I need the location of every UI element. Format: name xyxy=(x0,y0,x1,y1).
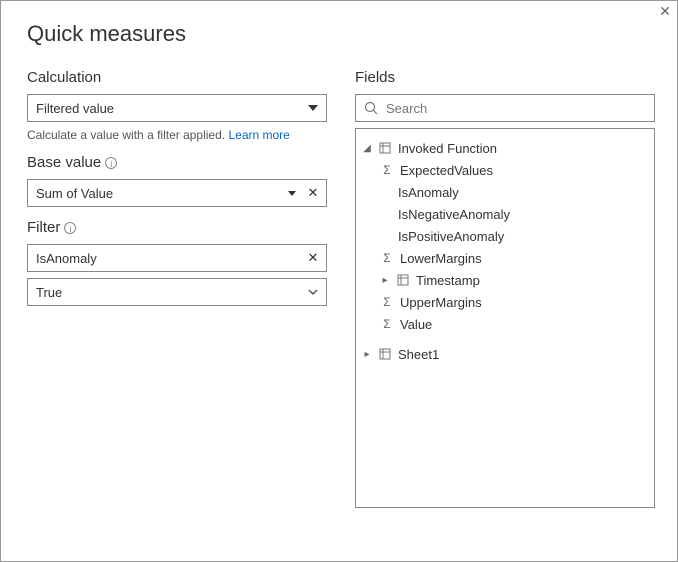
close-icon[interactable]: ✕ xyxy=(657,3,673,19)
tree-label: IsNegativeAnomaly xyxy=(398,207,648,222)
expand-icon[interactable]: ▸ xyxy=(362,349,372,360)
filter-stack: IsAnomaly ✕ True xyxy=(27,244,327,306)
tree-label: Timestamp xyxy=(416,273,648,288)
clear-icon[interactable]: ✕ xyxy=(306,186,320,200)
filter-field-row[interactable]: IsAnomaly ✕ xyxy=(27,244,327,272)
clear-icon[interactable]: ✕ xyxy=(306,251,320,265)
filter-header: Filter i xyxy=(27,219,327,236)
base-value-field[interactable]: Sum of Value ✕ xyxy=(27,179,327,207)
left-column: Calculation Filtered value Calculate a v… xyxy=(27,57,327,508)
base-value-header-label: Base value xyxy=(27,154,101,171)
filter-field-text: IsAnomaly xyxy=(36,251,306,266)
right-column: Fields ◢ Invoked Function Σ xyxy=(355,57,655,508)
tree-field-row[interactable]: Σ UpperMargins xyxy=(362,291,648,313)
filter-value-row[interactable]: True xyxy=(27,278,327,306)
content-columns: Calculation Filtered value Calculate a v… xyxy=(1,57,677,530)
filter-header-label: Filter xyxy=(27,219,60,236)
tree-label: ExpectedValues xyxy=(400,163,648,178)
chevron-down-icon[interactable] xyxy=(306,285,320,299)
tree-label: UpperMargins xyxy=(400,295,648,310)
calculation-header: Calculation xyxy=(27,69,327,86)
tree-field-row[interactable]: IsPositiveAnomaly xyxy=(362,225,648,247)
sigma-icon: Σ xyxy=(380,317,394,331)
tree-label: Value xyxy=(400,317,648,332)
tree-field-row[interactable]: Σ Value xyxy=(362,313,648,335)
info-icon[interactable]: i xyxy=(64,222,76,234)
tree-field-row[interactable]: IsAnomaly xyxy=(362,181,648,203)
quick-measures-dialog: ✕ Quick measures Calculation Filtered va… xyxy=(0,0,678,562)
tree-field-row[interactable]: ▸ Timestamp xyxy=(362,269,648,291)
fields-tree[interactable]: ◢ Invoked Function Σ ExpectedValues IsAn… xyxy=(355,128,655,508)
tree-table-row[interactable]: ◢ Invoked Function xyxy=(362,137,648,159)
calculation-select[interactable]: Filtered value xyxy=(27,94,327,122)
filter-value-text: True xyxy=(36,285,306,300)
tree-label: LowerMargins xyxy=(400,251,648,266)
fields-header: Fields xyxy=(355,69,655,86)
expand-icon[interactable]: ▸ xyxy=(380,275,390,286)
helper-text: Calculate a value with a filter applied. xyxy=(27,128,225,142)
calculation-helper: Calculate a value with a filter applied.… xyxy=(27,128,327,142)
tree-field-row[interactable]: Σ LowerMargins xyxy=(362,247,648,269)
collapse-icon[interactable]: ◢ xyxy=(362,143,372,154)
caret-down-icon xyxy=(308,105,318,111)
table-icon xyxy=(378,347,392,361)
learn-more-link[interactable]: Learn more xyxy=(228,128,289,142)
fields-search[interactable] xyxy=(355,94,655,122)
base-value-text: Sum of Value xyxy=(36,186,282,201)
info-icon[interactable]: i xyxy=(105,157,117,169)
calculation-value: Filtered value xyxy=(36,101,308,116)
tree-label: IsAnomaly xyxy=(398,185,648,200)
base-value-header: Base value i xyxy=(27,154,327,171)
tree-field-row[interactable]: IsNegativeAnomaly xyxy=(362,203,648,225)
table-icon xyxy=(378,141,392,155)
tree-label: Sheet1 xyxy=(398,347,648,362)
sigma-icon: Σ xyxy=(380,295,394,309)
tree-field-row[interactable]: Σ ExpectedValues xyxy=(362,159,648,181)
table-icon xyxy=(396,273,410,287)
fields-header-label: Fields xyxy=(355,69,395,86)
dialog-title: Quick measures xyxy=(1,1,677,57)
search-input[interactable] xyxy=(384,100,646,117)
tree-label: IsPositiveAnomaly xyxy=(398,229,648,244)
caret-down-icon[interactable] xyxy=(288,191,296,196)
tree-label: Invoked Function xyxy=(398,141,648,156)
tree-table-row[interactable]: ▸ Sheet1 xyxy=(362,343,648,365)
calculation-header-label: Calculation xyxy=(27,69,101,86)
sigma-icon: Σ xyxy=(380,251,394,265)
sigma-icon: Σ xyxy=(380,163,394,177)
search-icon xyxy=(364,101,378,115)
